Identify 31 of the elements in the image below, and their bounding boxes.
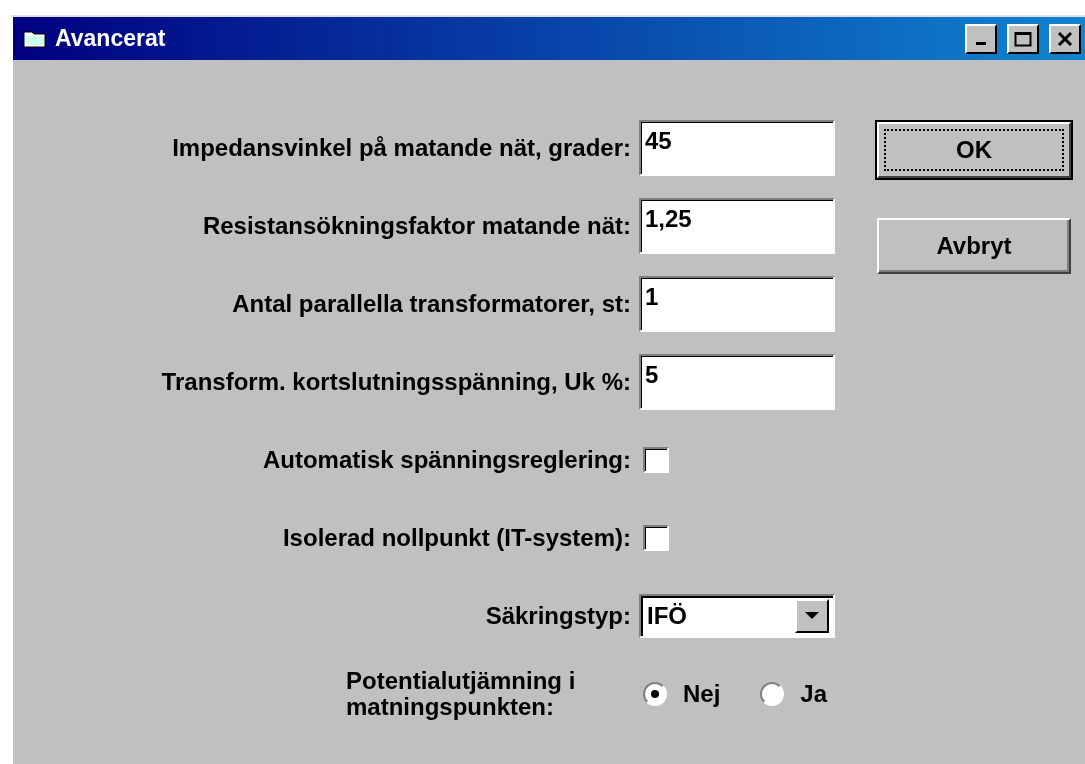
checkbox[interactable] [643, 525, 669, 551]
field-label: Automatisk spänningsreglering: [262, 446, 631, 474]
radio-option[interactable]: Nej [643, 680, 721, 708]
input-field[interactable]: 45 [639, 120, 835, 176]
maximize-button[interactable] [1007, 23, 1039, 54]
minimize-icon [976, 42, 986, 45]
caret-icon [805, 612, 819, 620]
maximize-icon [1014, 30, 1032, 47]
dialog-button[interactable]: Avbryt [877, 218, 1071, 274]
close-icon [1057, 30, 1073, 47]
input-field[interactable]: 1,25 [639, 198, 835, 254]
field-label: Isolerad nollpunkt (IT-system): [282, 524, 631, 552]
field-label: Antal parallella transformatorer, st: [232, 290, 631, 318]
field-label: Säkringstyp: [485, 602, 631, 630]
close-button[interactable] [1049, 23, 1081, 54]
radio-button[interactable] [643, 682, 667, 706]
checkbox[interactable] [643, 447, 669, 473]
field-label: Resistansökningsfaktor matande nät: [202, 212, 631, 240]
window-title: Avancerat [55, 25, 167, 52]
dropdown-button[interactable] [795, 599, 829, 633]
field-label: Impedansvinkel på matande nät, grader: [172, 134, 631, 162]
radio-option[interactable]: Ja [760, 680, 828, 708]
input-field[interactable]: 5 [639, 354, 835, 410]
radio-button[interactable] [760, 682, 785, 706]
dialog-button[interactable]: OK [877, 122, 1071, 178]
field-label: Transform. kortslutningsspänning, Uk %: [161, 368, 631, 396]
folder-icon [23, 28, 47, 49]
dropdown[interactable]: IFÖ [639, 594, 835, 638]
input-field[interactable]: 1 [639, 276, 835, 332]
minimize-button[interactable] [965, 23, 997, 54]
field-label: Potentialutjämning i matningspunkten: [346, 667, 577, 721]
